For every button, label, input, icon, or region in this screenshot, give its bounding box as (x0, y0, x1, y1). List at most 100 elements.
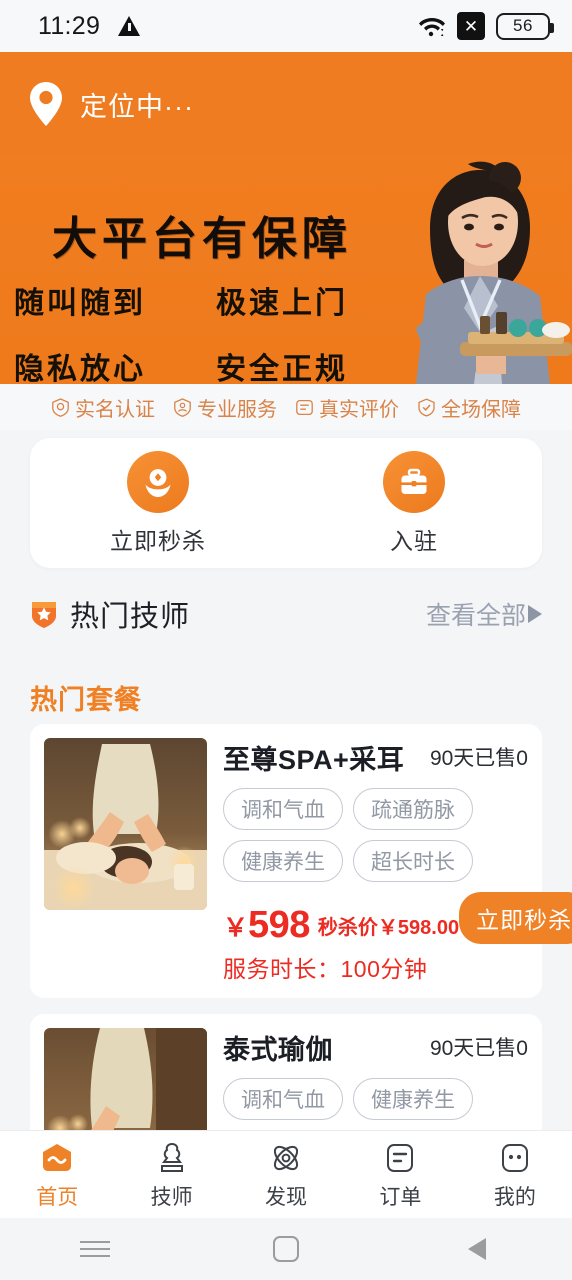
wifi-icon (418, 15, 446, 37)
package-thumbnail (44, 738, 207, 910)
battery-indicator: 56 (496, 12, 554, 40)
bottom-tab-bar[interactable]: 首页 技师 发现 订单 我的 (0, 1130, 572, 1218)
no-sim-icon: ✕ (457, 12, 485, 40)
full-guarantee-icon (417, 397, 436, 417)
package-sold-count: 90天已售0 (429, 1037, 528, 1060)
hot-technician-title: 热门技师 (70, 601, 191, 633)
package-title-row: 泰式瑜伽 90天已售0 (223, 1028, 528, 1067)
tab-label: 技师 (150, 1185, 193, 1209)
flash-sale-buy-button[interactable]: 立即秒杀 (459, 892, 572, 944)
quick-actions-section: 立即秒杀 入驻 (0, 430, 572, 576)
tab-technician[interactable]: 技师 (114, 1139, 228, 1211)
warning-triangle-icon (118, 15, 141, 37)
package-tag: 健康养生 (223, 840, 343, 882)
package-thumbnail (44, 1028, 207, 1130)
promo-banner[interactable]: 大平台有保障 随叫随到 极速上门 隐私放心 安全正规 (0, 156, 572, 384)
back-triangle-icon (467, 1238, 486, 1260)
recents-icon (80, 1236, 111, 1262)
shield-star-icon (30, 599, 58, 629)
flash-sale-icon (127, 450, 189, 513)
discover-icon (267, 1139, 305, 1177)
package-name: 泰式瑜伽 (223, 1035, 333, 1065)
tab-profile[interactable]: 我的 (458, 1139, 572, 1211)
hot-packages-header: 热门套餐 (0, 652, 572, 724)
status-time: 11:29 (38, 11, 101, 40)
feature-label: 实名认证 (75, 398, 155, 421)
home-square-icon (273, 1236, 299, 1262)
quick-actions-card: 立即秒杀 入驻 (30, 438, 542, 568)
banner-line1-left: 随叫随到 (14, 286, 146, 321)
package-tag: 调和气血 (223, 788, 343, 830)
status-bar: 11:29 ✕ 56 (0, 0, 572, 52)
package-title-row: 至尊SPA+采耳 90天已售0 (223, 738, 528, 777)
location-bar[interactable]: 定位中··· (0, 52, 572, 156)
package-duration: 服务时长：100分钟 (223, 956, 428, 982)
package-seckill-price: 秒杀价￥598.00 (317, 917, 460, 939)
caret-right-icon (528, 605, 542, 623)
tab-label: 我的 (493, 1185, 536, 1209)
package-card[interactable]: 泰式瑜伽 90天已售0 调和气血 健康养生 超长时长 疏通筋脉 (30, 1014, 542, 1130)
back-button[interactable] (381, 1238, 572, 1260)
battery-level: 56 (513, 16, 533, 35)
package-sold-count: 90天已售0 (429, 747, 528, 770)
recents-button[interactable] (0, 1236, 191, 1262)
real-review-icon (295, 398, 314, 417)
feature-label: 专业服务 (197, 398, 277, 421)
currency-symbol: ￥ (223, 914, 249, 942)
tab-discover[interactable]: 发现 (229, 1139, 343, 1211)
package-info: 至尊SPA+采耳 90天已售0 调和气血 疏通筋脉 健康养生 超长时长 ￥ 59… (223, 738, 572, 984)
app-screen: 11:29 ✕ 56 定位中··· 大平台有保障 随叫随到 极速上门 隐私放心 … (0, 0, 572, 1280)
quick-action-label: 入驻 (390, 527, 438, 554)
view-all-technicians-button[interactable]: 查看全部 (426, 596, 542, 632)
tab-orders[interactable]: 订单 (343, 1139, 457, 1211)
location-pin-icon (26, 80, 66, 128)
technician-icon (153, 1139, 191, 1177)
package-tags: 调和气血 健康养生 超长时长 疏通筋脉 (223, 1078, 528, 1130)
status-bar-left: 11:29 (38, 11, 141, 41)
package-tag: 健康养生 (353, 1078, 473, 1120)
feature-badge: 真实评价 (295, 393, 399, 422)
hot-technician-header: 热门技师 查看全部 (0, 576, 572, 652)
quick-action-flash-sale[interactable]: 立即秒杀 (30, 450, 286, 556)
package-tag: 超长时长 (353, 840, 473, 882)
view-all-label: 查看全部 (425, 602, 526, 630)
banner-line2-left: 隐私放心 (14, 352, 146, 384)
quick-action-join[interactable]: 入驻 (286, 450, 542, 556)
tab-label: 订单 (379, 1185, 422, 1209)
hot-packages-title: 热门套餐 (30, 684, 142, 715)
package-list[interactable]: 至尊SPA+采耳 90天已售0 调和气血 疏通筋脉 健康养生 超长时长 ￥ 59… (0, 724, 572, 1130)
feature-label: 真实评价 (319, 398, 399, 421)
professional-service-icon (173, 397, 192, 417)
home-button[interactable] (191, 1236, 382, 1262)
location-text: 定位中··· (80, 91, 194, 122)
status-bar-right: ✕ 56 (418, 12, 554, 40)
hot-technician-title-group: 热门技师 (30, 593, 190, 635)
package-tags: 调和气血 疏通筋脉 健康养生 超长时长 (223, 788, 528, 882)
package-card[interactable]: 至尊SPA+采耳 90天已售0 调和气血 疏通筋脉 健康养生 超长时长 ￥ 59… (30, 724, 572, 998)
feature-badge: 专业服务 (173, 393, 277, 422)
profile-icon (496, 1139, 534, 1177)
package-tag: 调和气血 (223, 1078, 343, 1120)
tab-label: 发现 (265, 1185, 308, 1209)
feature-label: 全场保障 (441, 398, 521, 421)
briefcase-icon (383, 450, 445, 513)
android-navigation-bar[interactable] (0, 1218, 572, 1280)
tab-label: 首页 (36, 1185, 79, 1209)
feature-badge: 全场保障 (417, 393, 521, 422)
order-icon (381, 1139, 419, 1177)
package-price-row: ￥ 598 秒杀价￥598.00 立即秒杀 (223, 892, 572, 946)
feature-badge: 实名认证 (51, 393, 155, 422)
banner-headline: 大平台有保障 (52, 212, 353, 265)
package-tag: 疏通筋脉 (353, 788, 473, 830)
feature-badges-row: 实名认证 专业服务 真实评价 全场保障 (0, 384, 572, 430)
verified-id-icon (51, 397, 70, 417)
package-name: 至尊SPA+采耳 (223, 745, 405, 775)
home-icon (38, 1139, 76, 1177)
no-sim-glyph: ✕ (463, 16, 479, 36)
banner-therapist-image (372, 156, 572, 384)
package-info: 泰式瑜伽 90天已售0 调和气血 健康养生 超长时长 疏通筋脉 (223, 1028, 528, 1130)
package-price: 598 (248, 904, 310, 946)
tab-home[interactable]: 首页 (0, 1139, 114, 1211)
banner-line2-right: 安全正规 (216, 352, 348, 384)
quick-action-label: 立即秒杀 (110, 527, 206, 554)
